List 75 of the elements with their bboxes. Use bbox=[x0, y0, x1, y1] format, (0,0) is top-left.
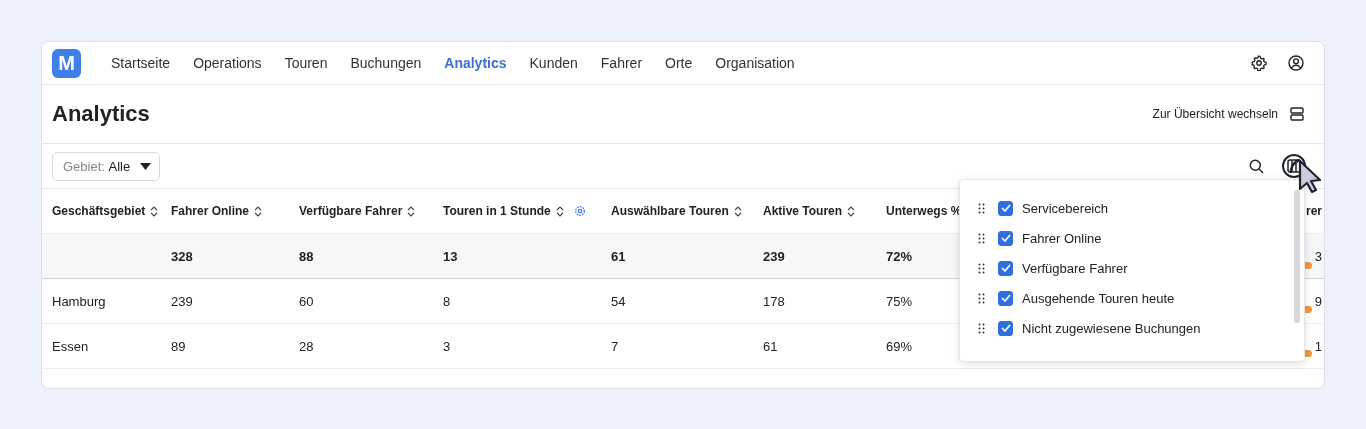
sort-icon bbox=[733, 205, 742, 217]
sort-icon bbox=[150, 205, 159, 217]
checkbox[interactable] bbox=[998, 320, 1013, 336]
column-option[interactable]: Verfügbare Fahrer bbox=[1022, 260, 1128, 276]
drag-handle-icon[interactable] bbox=[978, 292, 985, 304]
column-option[interactable]: Servicebereich bbox=[1022, 200, 1108, 216]
table-cell-text: 60 bbox=[299, 293, 315, 309]
table-cell-text: 75% bbox=[886, 293, 914, 309]
drag-handle-icon[interactable] bbox=[978, 232, 985, 244]
table-cell-text: 89 bbox=[171, 338, 187, 354]
column-header[interactable]: Fahrer Online bbox=[171, 204, 299, 218]
table-cell-text: 72% bbox=[886, 248, 914, 264]
table-cell-text: 239 bbox=[763, 248, 786, 264]
cursor-icon bbox=[1289, 157, 1323, 193]
column-header[interactable]: Verfügbare Fahrer bbox=[299, 204, 443, 218]
table-cell-text: 3 bbox=[443, 338, 452, 354]
table-cell-text: 328 bbox=[171, 248, 194, 264]
checkbox[interactable] bbox=[998, 290, 1013, 306]
table-cell-text: 61 bbox=[611, 248, 627, 264]
search-icon[interactable] bbox=[1249, 158, 1264, 174]
status-marker bbox=[1305, 262, 1312, 269]
nav-link[interactable]: Kunden bbox=[529, 55, 578, 71]
table-cell: 9 bbox=[1314, 293, 1322, 309]
sort-icon bbox=[555, 205, 564, 217]
drag-handle-icon[interactable] bbox=[978, 322, 985, 334]
table-cell-text: 8 bbox=[443, 293, 452, 309]
sort-icon bbox=[407, 205, 416, 217]
column-header[interactable]: Touren in 1 Stunde bbox=[443, 204, 611, 218]
checkbox[interactable] bbox=[998, 230, 1013, 246]
rows-icon bbox=[1290, 107, 1304, 121]
table-cell-text: 54 bbox=[611, 293, 627, 309]
status-marker bbox=[1305, 306, 1312, 313]
column-option[interactable]: Fahrer Online bbox=[1022, 230, 1102, 246]
drag-handle-icon[interactable] bbox=[978, 262, 985, 274]
checkbox[interactable] bbox=[998, 260, 1013, 276]
table-cell: 1 bbox=[1314, 338, 1322, 354]
settings-icon[interactable] bbox=[1251, 55, 1267, 71]
column-option[interactable]: Nicht zugewiesene Buchungen bbox=[1022, 320, 1201, 336]
column-header[interactable]: Aktive Touren bbox=[763, 204, 886, 218]
column-option[interactable]: Ausgehende Touren heute bbox=[1022, 290, 1175, 306]
nav-link[interactable]: Touren bbox=[284, 55, 328, 71]
nav-link[interactable]: Organisation bbox=[715, 55, 795, 71]
table-cell-text: 28 bbox=[299, 338, 315, 354]
scrollbar[interactable] bbox=[1294, 190, 1300, 323]
table-cell-text: 69% bbox=[886, 338, 914, 354]
table-cell-text: 178 bbox=[763, 293, 786, 309]
column-header[interactable]: Geschäftsgebiet bbox=[52, 204, 171, 218]
table-cell-text: Essen bbox=[52, 338, 90, 354]
drag-handle-icon[interactable] bbox=[978, 202, 985, 214]
status-marker bbox=[1305, 350, 1312, 357]
table-cell-text: Hamburg bbox=[52, 293, 107, 309]
table-cell: 3 bbox=[1314, 248, 1322, 264]
caret-icon bbox=[140, 162, 152, 170]
table-cell-text: 61 bbox=[763, 338, 779, 354]
nav-link[interactable]: Fahrer bbox=[600, 55, 643, 71]
table-cell-text: 7 bbox=[611, 338, 620, 354]
table-cell-text: 239 bbox=[171, 293, 194, 309]
table-cell-text: 13 bbox=[443, 248, 459, 264]
page-title: Analytics bbox=[52, 101, 150, 127]
nav-link[interactable]: Buchungen bbox=[350, 55, 422, 71]
nav-link[interactable]: Operations bbox=[193, 55, 262, 71]
user-icon[interactable] bbox=[1288, 55, 1304, 71]
nav-link[interactable]: Startseite bbox=[111, 55, 171, 71]
area-filter-dropdown[interactable]: Gebiet: Alle bbox=[52, 151, 161, 181]
app-logo[interactable]: M bbox=[52, 48, 81, 78]
nav-link[interactable]: Analytics bbox=[444, 55, 507, 71]
table-cell-text: 88 bbox=[299, 248, 315, 264]
nav-link[interactable]: Orte bbox=[665, 55, 693, 71]
column-header[interactable]: rer bbox=[1306, 204, 1322, 218]
sort-icon bbox=[847, 205, 856, 217]
sort-icon bbox=[254, 205, 263, 217]
view-switch-button[interactable]: Zur Übersicht wechseln bbox=[1152, 107, 1304, 121]
checkbox[interactable] bbox=[998, 200, 1013, 216]
column-header[interactable]: Auswählbare Touren bbox=[611, 204, 763, 218]
settings-icon bbox=[573, 205, 586, 217]
